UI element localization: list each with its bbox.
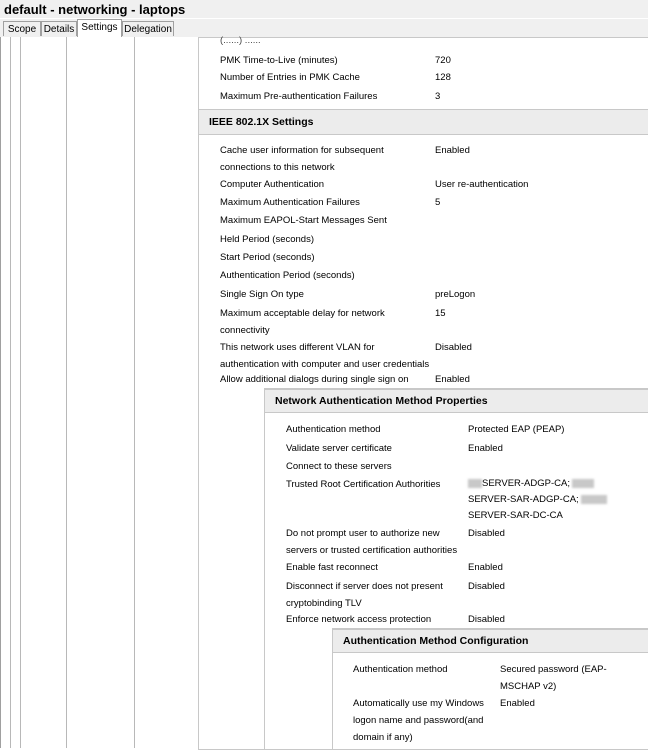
indent-line [20,37,21,748]
setting-label: Trusted Root Certification Authorities [286,479,441,490]
indent-line [66,37,67,748]
network-auth-method-section-header[interactable]: Network Authentication Method Properties [265,389,648,413]
tab-bar: Scope Details Settings Delegation [0,19,648,38]
ca-entry: SERVER-ADGP-CA; [482,478,570,489]
setting-label: Authentication Period (seconds) [220,270,355,281]
ca-entry: SERVER-SAR-DC-CA [468,510,563,521]
tab-scope[interactable]: Scope [3,21,41,36]
setting-label: This network uses different VLAN for aut… [220,342,430,370]
setting-value: 5 [435,197,441,208]
setting-value: preLogon [435,289,476,300]
ca-entry: SERVER-SAR-ADGP-CA; [468,494,579,505]
setting-label: Authentication method [286,424,381,435]
redacted-text [468,478,482,488]
setting-label: Authentication method [353,664,448,675]
setting-value: Disabled [468,581,505,592]
setting-value: 720 [435,55,451,66]
partial-row-label: (......) ...... [220,35,261,46]
indent-line [134,37,135,748]
setting-value: 3 [435,91,441,102]
setting-label: Number of Entries in PMK Cache [220,72,360,83]
setting-label: Cache user information for subsequent co… [220,145,384,173]
setting-label: PMK Time-to-Live (minutes) [220,55,338,66]
setting-label: Maximum Pre-authentication Failures [220,91,378,102]
setting-value: Disabled [468,528,505,539]
setting-value: Disabled [468,614,505,625]
setting-value: Enabled [500,698,535,709]
setting-label: Connect to these servers [286,461,392,472]
setting-label: Computer Authentication [220,179,325,190]
setting-value: Enabled [468,443,503,454]
setting-label: Automatically use my Windows logon name … [353,698,484,743]
setting-value: User re-authentication [435,179,529,190]
redacted-text [571,478,594,488]
setting-label: Maximum acceptable delay for network con… [220,308,385,336]
setting-value: Secured password (EAP-MSCHAP v2) [500,664,607,692]
window-title: default - networking - laptops [0,0,648,18]
setting-label: Do not prompt user to authorize new serv… [286,528,458,556]
setting-label: Enable fast reconnect [286,562,378,573]
tab-details[interactable]: Details [41,21,77,36]
setting-value: Disabled [435,342,472,353]
auth-method-config-panel: Authentication Method Configuration Auth… [332,628,648,750]
setting-value: 15 [435,308,446,319]
setting-value: 128 [435,72,451,83]
setting-label: Maximum EAPOL-Start Messages Sent [220,215,387,226]
setting-value: Protected EAP (PEAP) [468,424,565,435]
setting-label: Disconnect if server does not present cr… [286,581,443,609]
setting-label: Allow additional dialogs during single s… [220,374,409,385]
setting-label: Held Period (seconds) [220,234,314,245]
ieee-8021x-section-header[interactable]: IEEE 802.1X Settings [199,109,648,135]
setting-label: Start Period (seconds) [220,252,315,263]
tab-delegation[interactable]: Delegation [122,21,174,36]
setting-value: Enabled [468,562,503,573]
auth-method-config-section-header[interactable]: Authentication Method Configuration [333,629,648,653]
tab-settings[interactable]: Settings [77,19,122,38]
setting-label: Enforce network access protection [286,614,432,625]
setting-value: Enabled [435,374,470,385]
setting-value: Enabled [435,145,470,156]
setting-label: Validate server certificate [286,443,392,454]
trusted-root-ca-list: SERVER-ADGP-CA; SERVER-SAR-ADGP-CA; SERV… [468,476,607,524]
indent-line [10,37,11,748]
setting-label: Single Sign On type [220,289,304,300]
setting-label: Maximum Authentication Failures [220,197,360,208]
redacted-text [580,494,607,504]
